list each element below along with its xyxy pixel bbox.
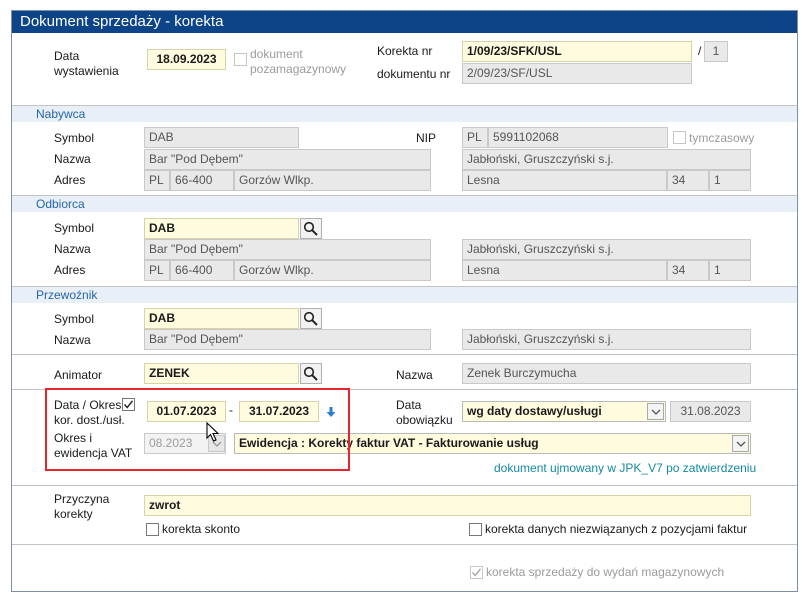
przewoznik-search-button[interactable] xyxy=(300,308,322,329)
odbiorca-adres-label: Adres xyxy=(54,263,86,277)
odbiorca-symbol-label: Symbol xyxy=(54,221,95,235)
obowiazek-mode-select[interactable]: wg daty dostawy/usługi xyxy=(462,401,666,422)
nip-label: NIP xyxy=(416,131,437,145)
odbiorca-zip-field: 66-400 xyxy=(170,260,234,281)
nabywca-country-field: PL xyxy=(144,170,170,191)
odbiorca-city-field: Gorzów Wlkp. xyxy=(234,260,431,281)
divider xyxy=(12,354,797,355)
dokumentu-nr-field: 2/09/23/SF/USL xyxy=(462,63,692,84)
section-przewoznik: Przewoźnik xyxy=(12,286,797,303)
section-odbiorca: Odbiorca xyxy=(12,195,797,212)
obowiazek-date-field: 31.08.2023 xyxy=(670,401,751,422)
animator-label: Animator xyxy=(54,368,103,382)
tymczasowy-label: tymczasowy xyxy=(689,131,755,145)
korekta-danych-checkbox[interactable] xyxy=(469,523,482,536)
korekta-seq-field: 1 xyxy=(704,41,728,62)
obowiazek-mode-dropdown[interactable] xyxy=(647,403,664,420)
nabywca-nazwa2-field: Jabłoński, Gruszczyński s.j. xyxy=(462,149,751,170)
data-wystawienia-field[interactable]: 18.09.2023 xyxy=(147,49,226,70)
window-title: Dokument sprzedaży - korekta xyxy=(12,11,797,33)
nip-field: 5991102068 xyxy=(488,127,668,148)
chevron-down-icon xyxy=(736,441,746,447)
chevron-down-icon xyxy=(651,409,661,415)
data-wystawienia-label: Data wystawienia xyxy=(54,49,119,78)
odbiorca-nazwa-label: Nazwa xyxy=(54,242,91,256)
nabywca-nazwa-field: Bar "Pod Dębem" xyxy=(144,149,431,170)
pozamagazynowy-checkbox[interactable] xyxy=(234,53,247,66)
przewoznik-nazwa-label: Nazwa xyxy=(54,333,91,347)
odbiorca-country-field: PL xyxy=(144,260,170,281)
nabywca-city-field: Gorzów Wlkp. xyxy=(234,170,431,191)
pozamagazynowy-label: dokument pozamagazynowy xyxy=(250,47,347,76)
korekta-danych-label: korekta danych niezwiązanych z pozycjami… xyxy=(485,522,748,536)
checkmark-icon xyxy=(471,568,482,577)
animator-search-button[interactable] xyxy=(300,363,322,384)
nabywca-street-field: Lesna xyxy=(462,170,667,191)
nabywca-adres-label: Adres xyxy=(54,173,86,187)
highlight-box xyxy=(45,388,350,471)
odbiorca-nazwa2-field: Jabłoński, Gruszczyński s.j. xyxy=(462,239,751,260)
tymczasowy-checkbox[interactable] xyxy=(673,131,686,144)
przewoznik-nazwa-field: Bar "Pod Dębem" xyxy=(144,329,431,350)
search-icon xyxy=(303,366,318,381)
przewoznik-symbol-label: Symbol xyxy=(54,312,95,326)
divider xyxy=(12,544,797,545)
odbiorca-search-button[interactable] xyxy=(300,218,322,239)
nabywca-zip-field: 66-400 xyxy=(170,170,234,191)
odbiorca-symbol-field[interactable]: DAB xyxy=(144,218,299,239)
odbiorca-street-field: Lesna xyxy=(462,260,667,281)
odbiorca-flat-field: 1 xyxy=(709,260,751,281)
korekta-nr-label: Korekta nr xyxy=(377,44,433,58)
skonto-checkbox[interactable] xyxy=(146,523,159,536)
ewidencja-dropdown[interactable] xyxy=(732,435,749,452)
animator-nazwa-label: Nazwa xyxy=(396,368,433,382)
animator-field[interactable]: ZENEK xyxy=(144,363,299,384)
nip-country-field: PL xyxy=(462,127,488,148)
skonto-label: korekta skonto xyxy=(162,522,241,536)
nabywca-house-field: 34 xyxy=(667,170,709,191)
divider xyxy=(12,485,797,486)
nabywca-symbol-label: Symbol xyxy=(54,131,95,145)
przewoznik-nazwa2-field: Jabłoński, Gruszczyński s.j. xyxy=(462,329,751,350)
przewoznik-symbol-field[interactable]: DAB xyxy=(144,308,299,329)
jpk-link[interactable]: dokument ujmowany w JPK_V7 po zatwierdze… xyxy=(494,461,756,475)
section-nabywca: Nabywca xyxy=(12,105,797,122)
nabywca-flat-field: 1 xyxy=(709,170,751,191)
dialog-window: Dokument sprzedaży - korekta Data wystaw… xyxy=(11,10,798,592)
przyczyna-label: Przyczyna korekty xyxy=(54,492,110,521)
korekta-nr-field[interactable]: 1/09/23/SFK/USL xyxy=(462,41,692,62)
nabywca-symbol-field: DAB xyxy=(144,127,299,148)
data-obowiazku-label: Data obowiązku xyxy=(396,398,453,427)
slash-separator: / xyxy=(698,44,702,58)
animator-nazwa-field: Zenek Burczymucha xyxy=(462,363,751,384)
przyczyna-field[interactable]: zwrot xyxy=(144,495,751,516)
magazyn-label: korekta sprzedaży do wydań magazynowych xyxy=(486,565,725,579)
magazyn-checkbox[interactable] xyxy=(470,566,483,579)
mouse-cursor-icon xyxy=(206,421,220,442)
search-icon xyxy=(303,311,318,326)
dokumentu-nr-label: dokumentu nr xyxy=(377,67,451,81)
odbiorca-nazwa-field: Bar "Pod Dębem" xyxy=(144,239,431,260)
nabywca-nazwa-label: Nazwa xyxy=(54,152,91,166)
search-icon xyxy=(303,221,318,236)
odbiorca-house-field: 34 xyxy=(667,260,709,281)
